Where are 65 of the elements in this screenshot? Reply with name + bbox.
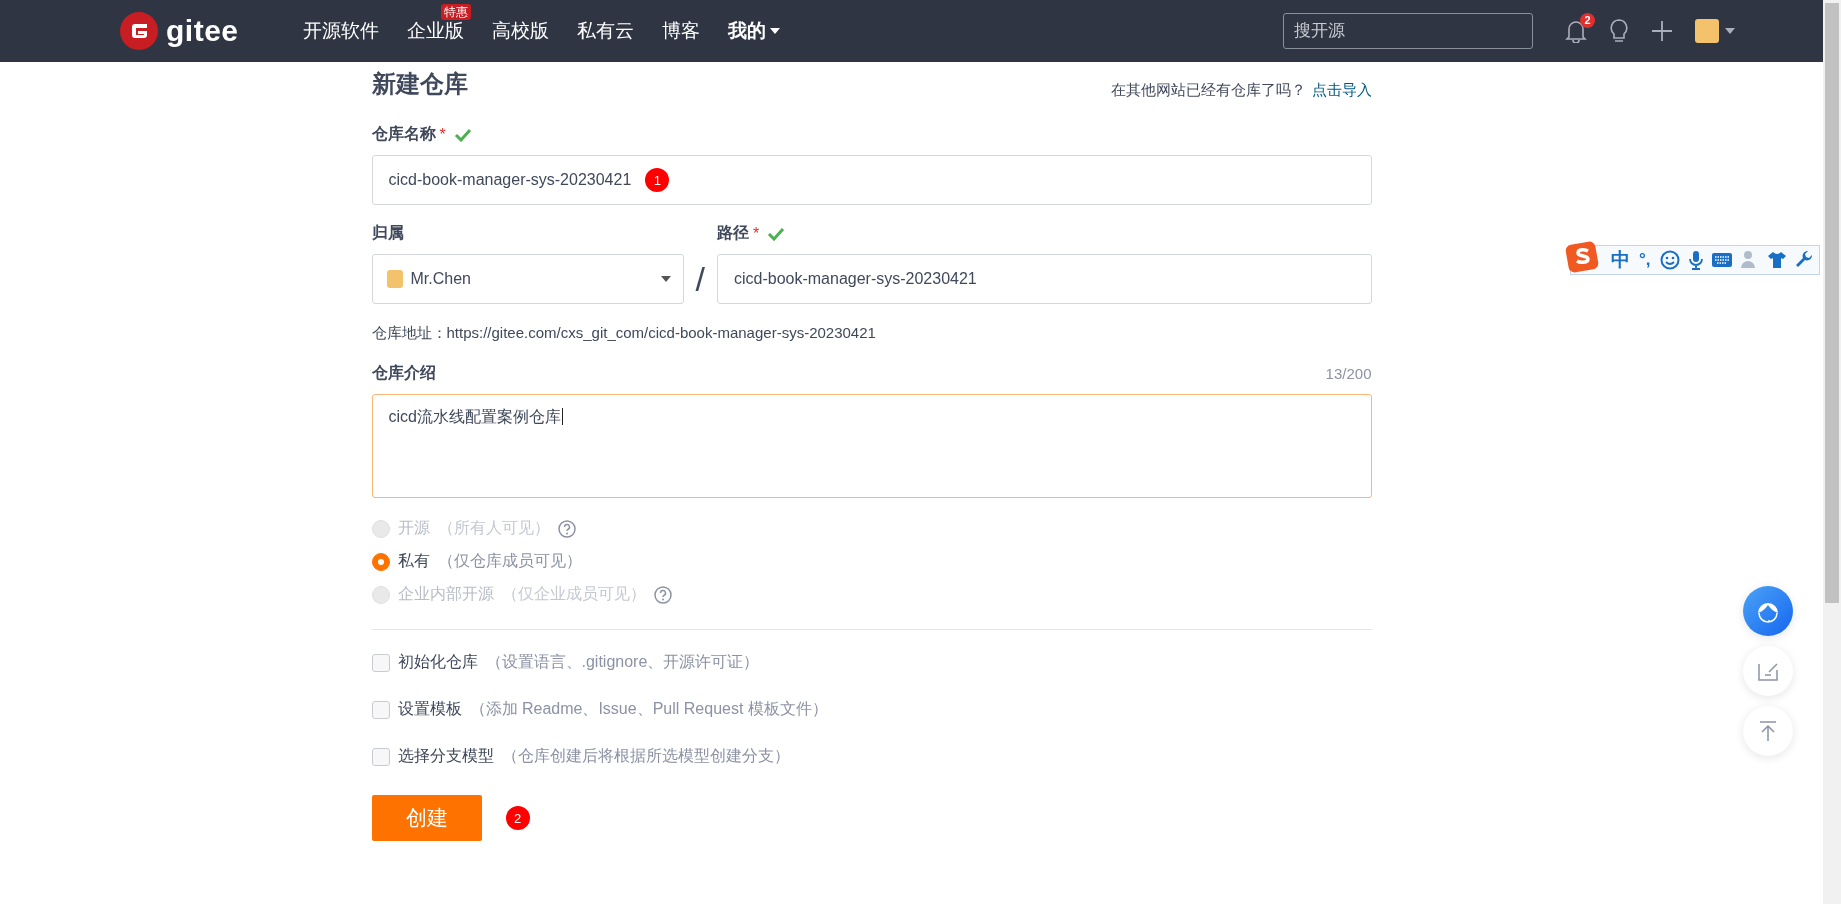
required-mark: * <box>439 125 446 144</box>
field-label: 归属 <box>371 223 404 243</box>
promo-badge: 特惠 <box>440 4 471 20</box>
wrench-icon[interactable] <box>1794 251 1813 269</box>
support-button[interactable] <box>1743 586 1793 636</box>
repo-name-field[interactable]: cicd-book-manager-sys-20230421 1 <box>371 155 1372 205</box>
plus-icon[interactable] <box>1651 20 1673 42</box>
radio-button[interactable] <box>371 552 390 571</box>
import-prompt: 在其他网站已经有仓库了吗？ <box>1110 81 1306 98</box>
caret-icon <box>1725 28 1735 34</box>
nav-link[interactable]: 博客 <box>661 18 700 44</box>
checkbox[interactable] <box>371 700 390 719</box>
lightbulb-icon[interactable] <box>1609 18 1629 44</box>
checkbox[interactable] <box>371 653 390 672</box>
search-field[interactable]: 搜开源 <box>1283 13 1533 49</box>
repo-address: 仓库地址：https://gitee.com/cxs_git_com/cicd-book-manager-sys-20230421 <box>371 324 877 343</box>
smiley-icon[interactable] <box>1659 250 1680 270</box>
checkbox-note: （添加 Readme、Issue、Pull Request 模板文件） <box>469 699 828 719</box>
keyboard-icon[interactable] <box>1711 253 1732 267</box>
required-mark: * <box>752 224 760 243</box>
radio-label[interactable]: 私有 <box>397 551 430 572</box>
owner-select[interactable]: Mr.Chen <box>371 254 684 304</box>
checkbox[interactable] <box>371 747 390 766</box>
nav-link[interactable]: 企业版 <box>406 18 464 44</box>
nav-link[interactable]: 高校版 <box>491 18 549 44</box>
field-label: 路径 <box>716 223 749 243</box>
field-label: 仓库介绍 <box>371 363 436 383</box>
path-field[interactable]: cicd-book-manager-sys-20230421 <box>716 254 1372 304</box>
caret-icon <box>660 276 671 282</box>
arrow-up-icon <box>1757 720 1779 742</box>
radio-note: （仅仓库成员可见） <box>437 551 582 571</box>
field-label: 仓库名称 <box>371 124 436 144</box>
bell-icon[interactable] <box>1565 19 1587 43</box>
back-to-top-button[interactable] <box>1743 706 1793 756</box>
nav-link[interactable]: 开源软件 <box>302 18 379 44</box>
nav-link[interactable]: 我的 <box>727 18 780 44</box>
shirt-icon[interactable] <box>1767 251 1786 269</box>
logo-icon[interactable] <box>120 12 158 50</box>
feedback-button[interactable] <box>1743 646 1793 696</box>
checkbox-label[interactable]: 设置模板 <box>397 699 462 720</box>
ime-punctuation[interactable]: °, <box>1639 250 1651 270</box>
logo-text[interactable]: gitee <box>166 14 239 48</box>
notification-count: 2 <box>1580 13 1595 28</box>
checkbox-note: （设置语言、.gitignore、开源许可证） <box>485 652 760 672</box>
checkbox-label[interactable]: 选择分支模型 <box>397 746 494 767</box>
checkbox-label[interactable]: 初始化仓库 <box>397 652 478 673</box>
caret-icon <box>769 28 780 34</box>
edit-icon <box>1757 660 1779 682</box>
check-icon <box>767 226 786 241</box>
description-field[interactable]: cicd流水线配置案例仓库 <box>371 394 1372 498</box>
checkbox-note: （仓库创建后将根据所选模型创建分支） <box>501 746 790 766</box>
nav-link[interactable]: 私有云 <box>576 18 634 44</box>
check-icon <box>453 127 472 142</box>
import-link[interactable]: 点击导入 <box>1311 81 1372 98</box>
radio-note: （所有人可见） <box>437 518 550 538</box>
path-separator: / <box>695 259 705 300</box>
radio-note: （仅企业成员可见） <box>501 584 646 604</box>
ime-logo-icon[interactable] <box>1565 240 1599 274</box>
microphone-icon[interactable] <box>1688 250 1703 270</box>
char-counter: 13/200 <box>1325 365 1372 382</box>
page-title: 新建仓库 <box>371 69 468 99</box>
annotation-marker: 1 <box>645 168 670 192</box>
annotation-marker: 2 <box>505 806 530 830</box>
ime-mode[interactable]: 中 <box>1611 247 1630 273</box>
scrollbar[interactable] <box>1823 0 1841 904</box>
